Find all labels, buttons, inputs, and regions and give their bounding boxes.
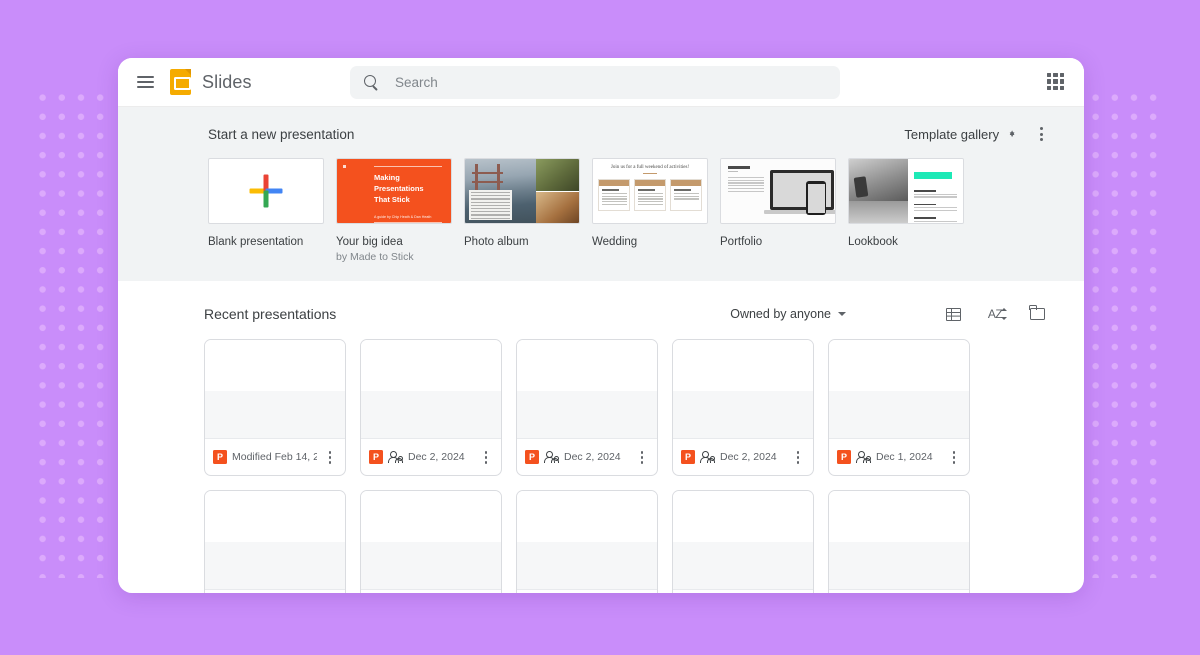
card-date: Modified Feb 14, 2025 [232,451,317,464]
portfolio-thumbnail [720,158,836,224]
folder-picker-icon[interactable] [1024,301,1050,327]
card-more-icon[interactable] [946,448,962,466]
browser-window: Slides Search Start a new presentation T… [118,58,1084,593]
powerpoint-file-icon: P [525,450,539,465]
template-name: Photo album [464,236,529,248]
card-thumbnail [205,491,345,591]
card-more-icon[interactable] [790,448,806,466]
template-card-portfolio[interactable]: Portfolio [720,158,836,263]
sort-az-icon[interactable]: AZ [982,301,1008,327]
thumbnail-slide-title: Making Presentations That Stick [374,173,424,204]
presentation-card[interactable]: P Modified Mar 9, 2023 [516,490,658,593]
wedding-thumbnail: Join us for a full weekend of activities… [592,158,708,224]
card-thumbnail [361,491,501,591]
powerpoint-file-icon: P [369,450,383,465]
recent-presentations-grid: P Modified Feb 14, 2025 P Dec 2, 2024 P [118,327,1084,593]
shared-people-icon [856,451,871,463]
template-name: Portfolio [720,236,763,248]
google-slides-logo-icon [170,69,191,95]
card-thumbnail [673,491,813,591]
shared-people-icon [700,451,715,463]
card-date: Dec 2, 2024 [564,451,621,464]
card-more-icon[interactable] [634,448,650,466]
template-card-wedding[interactable]: Join us for a full weekend of activities… [592,158,708,263]
template-card-photo-album[interactable]: Photo album [464,158,580,263]
template-name: Wedding [592,236,638,248]
app-bar: Slides Search [118,58,1084,106]
template-strip: Start a new presentation Template galler… [118,106,1084,282]
recent-header: Recent presentations Owned by anyone AZ [118,301,1084,327]
more-vert-icon[interactable] [1032,125,1050,143]
search-placeholder: Search [395,75,438,90]
presentation-card[interactable]: P Modified Nov 20, 2022 [672,490,814,593]
card-thumbnail [517,491,657,591]
background-dot-pattern-left [33,88,113,578]
chevron-down-icon [838,312,846,317]
template-list: Blank presentation Making Presentations … [118,146,1084,263]
card-date: Dec 2, 2024 [408,451,465,464]
presentation-card[interactable]: P Nov 29, 2024 [204,490,346,593]
presentation-card[interactable]: P Oct 27, 2023 [360,490,502,593]
card-date: Dec 1, 2024 [876,451,933,464]
presentation-card[interactable]: P Modified Feb 14, 2025 [204,339,346,477]
presentation-card[interactable]: P Dec 2, 2024 [360,339,502,477]
card-thumbnail [205,340,345,440]
template-name: Lookbook [848,236,898,248]
presentation-card[interactable]: P Dec 2, 2024 [516,339,658,477]
recent-presentations-label: Recent presentations [204,306,337,323]
card-more-icon[interactable] [478,448,494,466]
template-name: Blank presentation [208,236,304,248]
lookbook-thumbnail [848,158,964,224]
template-author: by Made to Stick [336,251,414,264]
template-card-lookbook[interactable]: Lookbook [848,158,964,263]
template-strip-header: Start a new presentation Template galler… [118,122,1084,146]
thumbnail-slide-title: Join us for a full weekend of activities… [610,165,690,170]
template-card-blank[interactable]: Blank presentation [208,158,324,263]
presentation-card[interactable]: P Dec 2, 2024 [672,339,814,477]
blank-presentation-thumbnail [208,158,324,224]
presentation-card[interactable]: P Dec 1, 2024 [828,339,970,477]
background-dot-pattern-right [1086,88,1168,578]
powerpoint-file-icon: P [213,450,227,465]
owner-filter-dropdown[interactable]: Owned by anyone [730,307,846,321]
your-big-idea-thumbnail: Making Presentations That Stick A guide … [336,158,452,224]
powerpoint-file-icon: P [837,450,851,465]
hamburger-menu-icon[interactable] [128,65,162,99]
template-gallery-label: Template gallery [904,126,1000,142]
card-date: Dec 2, 2024 [720,451,777,464]
app-title: Slides [202,71,252,92]
owner-filter-label: Owned by anyone [730,307,831,322]
presentation-card[interactable]: P Modified Aug 26, 2022 [828,490,970,593]
card-thumbnail [673,340,813,440]
card-thumbnail [361,340,501,440]
card-more-icon[interactable] [322,448,338,466]
powerpoint-file-icon: P [681,450,695,465]
card-thumbnail [517,340,657,440]
google-apps-grid-icon[interactable] [1047,73,1064,90]
shared-people-icon [388,451,403,463]
template-gallery-button[interactable]: Template gallery ▲ ▼ [904,127,1016,142]
photo-album-thumbnail [464,158,580,224]
template-name: Your big idea [336,236,403,248]
card-thumbnail [829,491,969,591]
unfold-more-icon: ▲ ▼ [1008,128,1016,139]
start-new-presentation-label: Start a new presentation [208,126,355,142]
shared-people-icon [544,451,559,463]
search-icon [364,75,379,90]
template-card-your-big-idea[interactable]: Making Presentations That Stick A guide … [336,158,452,263]
card-thumbnail [829,340,969,440]
plus-icon [249,174,283,208]
list-view-icon[interactable] [940,301,966,327]
recent-presentations-section: Recent presentations Owned by anyone AZ … [118,281,1084,593]
search-input[interactable]: Search [350,66,840,99]
thumbnail-slide-subtitle: A guide by Chip Heath & Dan Heath [374,214,432,219]
